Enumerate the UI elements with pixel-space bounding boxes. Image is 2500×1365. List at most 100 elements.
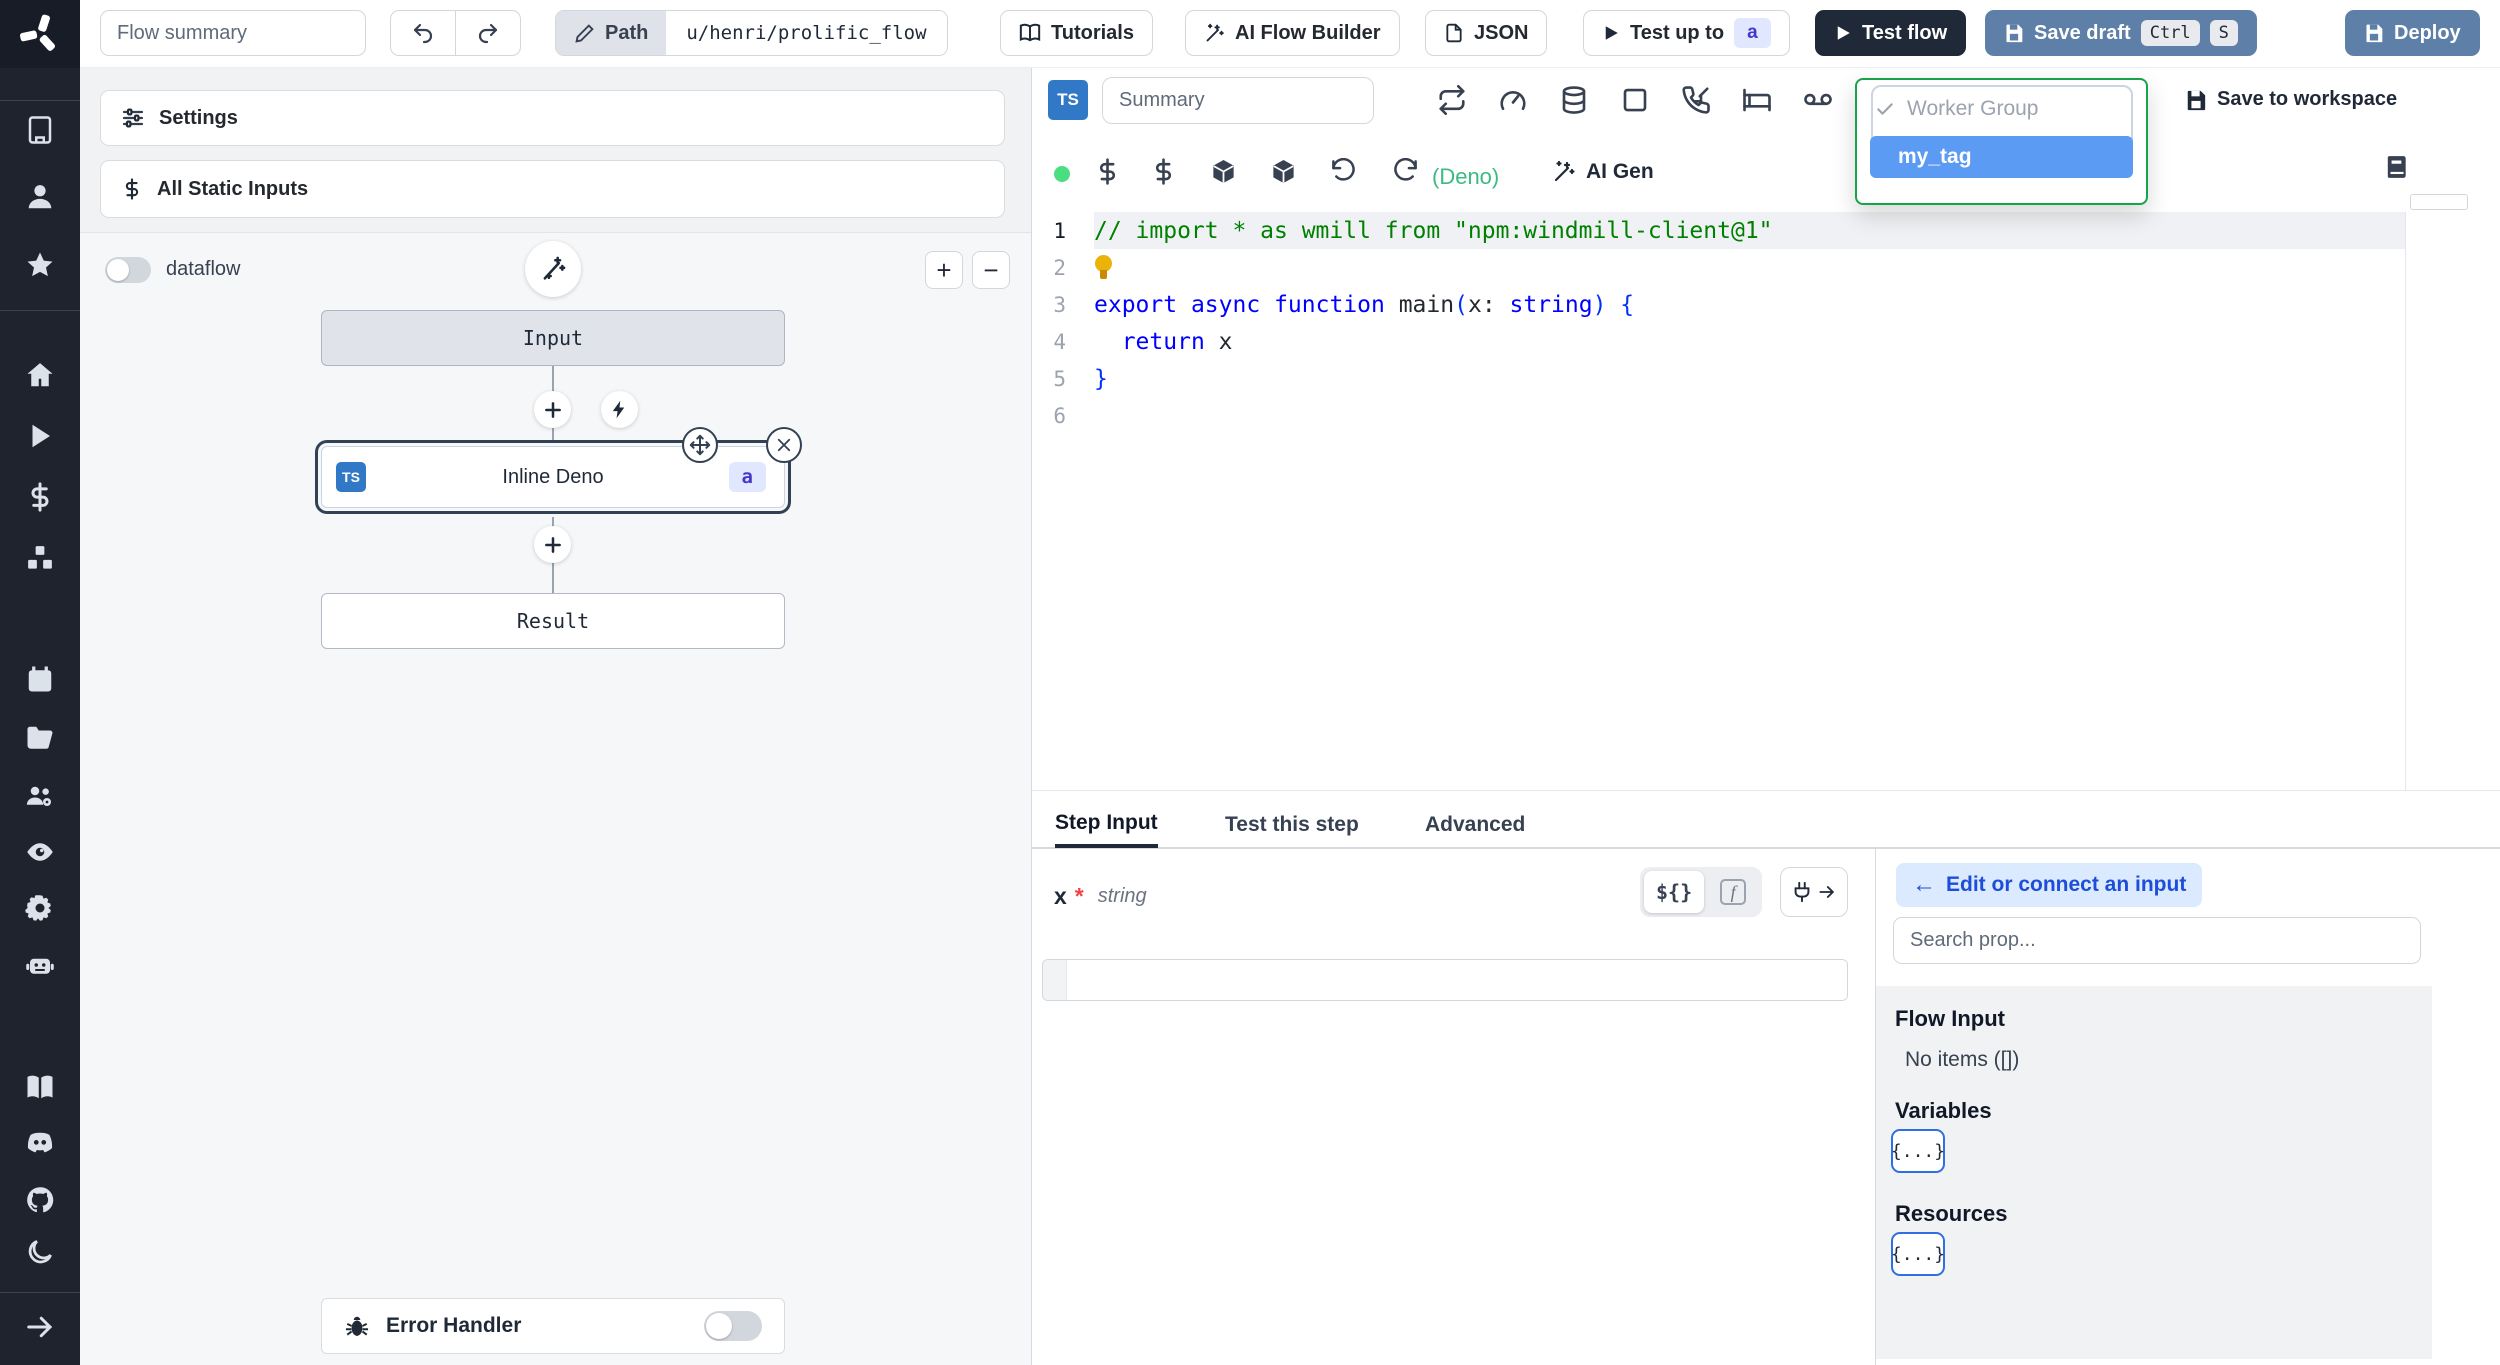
all-static-inputs-label: All Static Inputs <box>157 177 309 200</box>
result-node-label: Result <box>516 609 590 633</box>
zoom-out-button[interactable]: − <box>972 251 1010 289</box>
settings-gear-icon[interactable] <box>25 893 55 923</box>
language-hint: (Deno) <box>1432 164 1500 189</box>
input-node[interactable]: Input <box>321 310 785 366</box>
ai-wand-button[interactable] <box>525 241 581 297</box>
ai-robot-icon[interactable] <box>25 950 55 980</box>
variables-dollar-icon[interactable] <box>25 482 55 512</box>
cache-database-icon[interactable] <box>1559 85 1589 115</box>
schedules-calendar-icon[interactable] <box>25 664 55 694</box>
redo-icon <box>478 23 498 44</box>
undo-button[interactable] <box>391 11 455 55</box>
insert-step-button[interactable] <box>534 526 571 563</box>
insert-step-button[interactable] <box>534 391 571 428</box>
expr-mode-button[interactable]: ${} <box>1644 871 1705 913</box>
timeout-gauge-icon[interactable] <box>1498 85 1528 115</box>
book-open-icon <box>1019 23 1041 42</box>
all-static-inputs-button[interactable]: All Static Inputs <box>100 160 1005 218</box>
flow-settings-button[interactable]: Settings <box>100 90 1005 146</box>
pencil-icon <box>575 23 594 43</box>
search-prop-input[interactable] <box>1893 917 2421 964</box>
tab-advanced[interactable]: Advanced <box>1425 801 1525 848</box>
collapse-arrow-right-icon[interactable] <box>25 1312 55 1342</box>
test-up-to-button[interactable]: Test up to a <box>1583 10 1790 56</box>
move-icon <box>689 434 711 456</box>
fn-mode-button[interactable]: f <box>1708 871 1758 913</box>
json-button[interactable]: JSON <box>1425 10 1548 56</box>
save-to-workspace-button[interactable]: Save to workspace <box>2185 88 2397 111</box>
redo-button[interactable] <box>455 11 520 55</box>
deploy-label: Deploy <box>2394 21 2461 44</box>
tutorials-button[interactable]: Tutorials <box>1000 10 1153 56</box>
zoom-in-button[interactable]: + <box>925 251 963 289</box>
sleep-bed-icon[interactable] <box>1742 85 1772 115</box>
static-inputs-dollar-icon[interactable] <box>1094 158 1121 185</box>
step-summary-input[interactable] <box>1102 77 1374 124</box>
code-lines: 1// import * as wmill from "npm:windmill… <box>1032 212 2405 434</box>
ai-flow-builder-button[interactable]: AI Flow Builder <box>1185 10 1400 56</box>
ai-gen-button[interactable]: AI Gen <box>1552 160 1654 184</box>
tab-step-input[interactable]: Step Input <box>1055 801 1158 848</box>
resources-chip[interactable]: {...} <box>1891 1232 1945 1276</box>
discord-icon[interactable] <box>25 1128 55 1158</box>
runs-play-icon[interactable] <box>25 421 55 451</box>
arg-editor-gutter <box>1043 960 1067 1000</box>
test-flow-button[interactable]: Test flow <box>1815 10 1967 56</box>
check-icon <box>1877 103 1893 115</box>
star-icon[interactable] <box>25 250 55 280</box>
error-handler-toggle[interactable] <box>704 1311 762 1341</box>
dataflow-toggle[interactable] <box>105 257 151 283</box>
save-draft-button[interactable]: Save draft Ctrl S <box>1985 10 2257 56</box>
tutorials-label: Tutorials <box>1051 21 1134 44</box>
reset-rotate-ccw-icon[interactable] <box>1330 158 1357 185</box>
variables-dollar-icon[interactable] <box>1150 158 1177 185</box>
dark-mode-moon-icon[interactable] <box>25 1237 55 1267</box>
flow-graph: dataflow + − Input TS Inline Deno a Resu… <box>80 232 1031 1365</box>
building-icon[interactable] <box>25 115 55 145</box>
loop-voicemail-icon[interactable] <box>1803 85 1833 115</box>
audit-eye-icon[interactable] <box>25 837 55 867</box>
connect-input-button[interactable] <box>1780 867 1848 917</box>
worker-group-option-label: Worker Group <box>1907 97 2039 120</box>
folders-icon[interactable] <box>25 723 55 753</box>
file-json-icon <box>1446 23 1462 43</box>
code-editor[interactable]: 1// import * as wmill from "npm:windmill… <box>1032 212 2405 790</box>
edit-or-connect-button[interactable]: ← Edit or connect an input <box>1896 863 2203 907</box>
retry-repeat-icon[interactable] <box>1437 85 1467 115</box>
package-cube-icon[interactable] <box>1210 158 1237 185</box>
code-line: 4 return x <box>1053 328 1233 355</box>
editor-scrollbar-gutter[interactable] <box>2405 212 2406 790</box>
code-line: 1// import * as wmill from "npm:windmill… <box>1032 212 2405 249</box>
library-book-icon[interactable] <box>2384 154 2410 180</box>
windmill-logo[interactable] <box>0 0 80 68</box>
deploy-button[interactable]: Deploy <box>2345 10 2480 56</box>
suspend-phone-incoming-icon[interactable] <box>1681 85 1711 115</box>
refresh-cw-icon[interactable] <box>1392 158 1419 185</box>
resources-cubes-icon[interactable] <box>25 543 55 573</box>
path-control[interactable]: Path u/henri/prolific_flow <box>555 10 948 56</box>
arg-value-editor[interactable] <box>1042 959 1848 1001</box>
error-handler-node[interactable]: Error Handler <box>321 1298 785 1354</box>
save-to-workspace-label: Save to workspace <box>2217 88 2398 110</box>
home-icon[interactable] <box>25 360 55 390</box>
flow-panel: Settings All Static Inputs dataflow + − … <box>80 68 1032 1365</box>
user-icon[interactable] <box>25 182 55 212</box>
flow-summary-input[interactable] <box>100 10 366 56</box>
worker-group-option[interactable]: Worker Group <box>1857 92 2146 126</box>
left-arrow-icon: ← <box>1912 871 1936 898</box>
lightbulb-icon[interactable] <box>1094 254 1114 282</box>
step-node-inline-deno[interactable]: TS Inline Deno a <box>321 446 785 508</box>
tab-test-this-step[interactable]: Test this step <box>1225 801 1359 848</box>
github-icon[interactable] <box>25 1185 55 1215</box>
docs-book-icon[interactable] <box>25 1072 55 1102</box>
variables-chip[interactable]: {...} <box>1891 1129 1945 1173</box>
mock-square-icon[interactable] <box>1620 85 1650 115</box>
result-node[interactable]: Result <box>321 593 785 649</box>
delete-step-button[interactable] <box>766 427 802 463</box>
move-step-button[interactable] <box>682 427 718 463</box>
trigger-button[interactable] <box>601 391 638 428</box>
arg-value-input[interactable] <box>1067 960 1847 1000</box>
workers-icon[interactable] <box>25 781 55 811</box>
package-cube-icon[interactable] <box>1270 158 1297 185</box>
worker-group-tag-option[interactable]: my_tag <box>1870 136 2133 178</box>
